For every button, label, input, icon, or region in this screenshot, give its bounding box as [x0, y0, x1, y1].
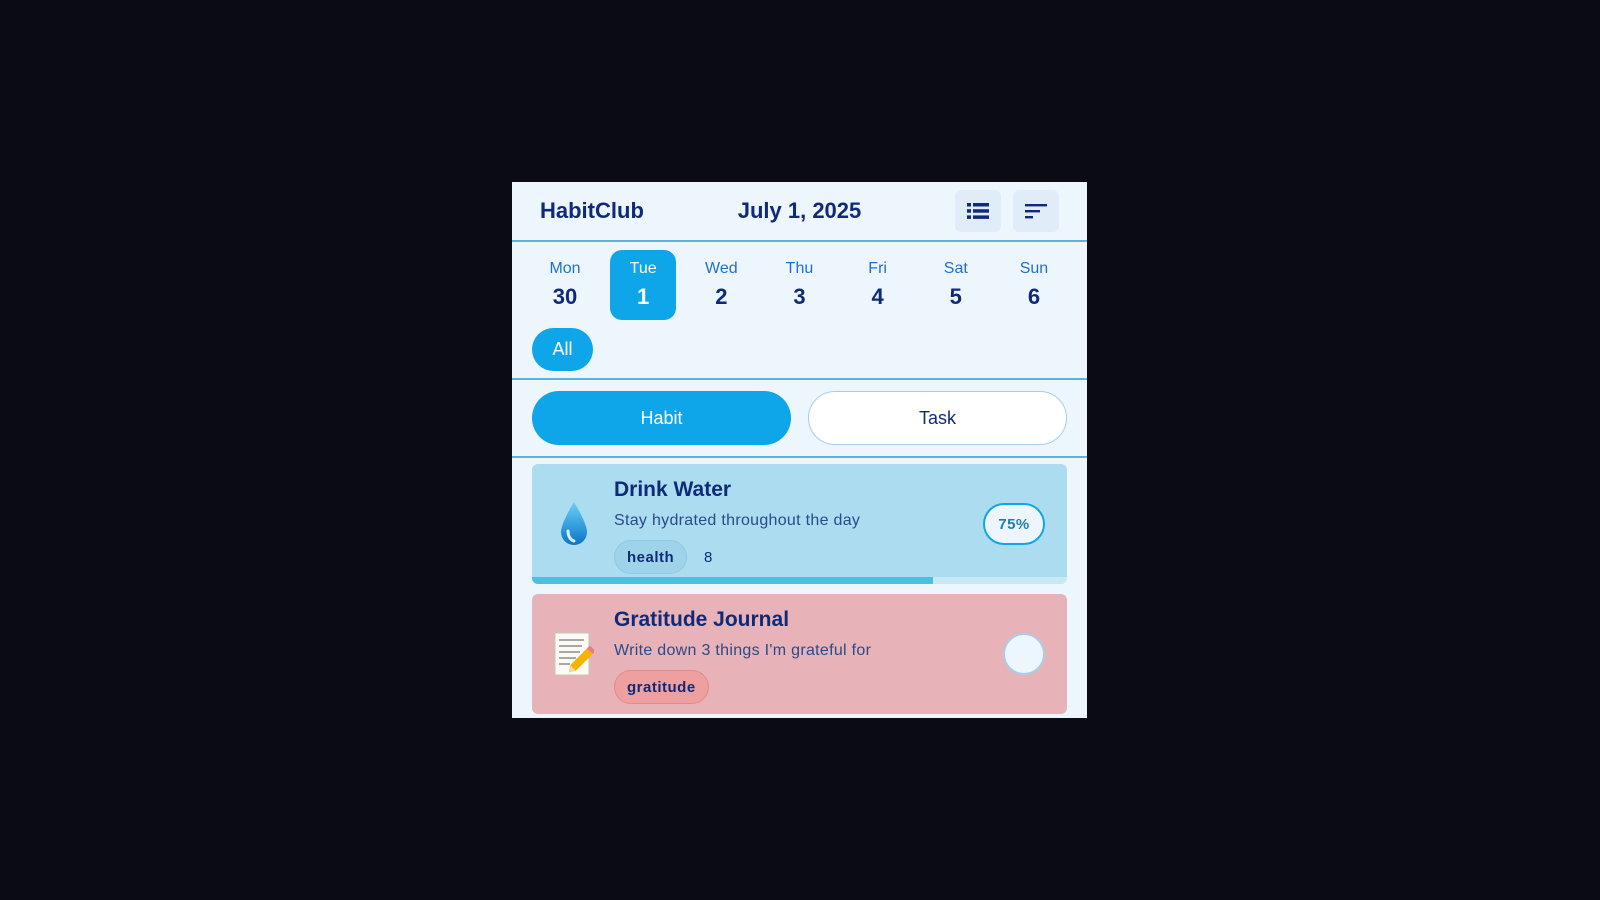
day-fri[interactable]: Fri 4 — [845, 250, 911, 320]
habit-tag: health — [614, 540, 688, 574]
notepad-pencil-icon — [554, 630, 594, 678]
day-mon[interactable]: Mon 30 — [532, 250, 598, 320]
day-number: 3 — [793, 284, 806, 309]
water-drop-icon — [554, 500, 594, 548]
day-sun[interactable]: Sun 6 — [1001, 250, 1067, 320]
day-name: Mon — [549, 260, 581, 277]
filter-all-button[interactable]: All — [532, 328, 593, 371]
day-sat[interactable]: Sat 5 — [923, 250, 989, 320]
list-icon — [967, 203, 989, 219]
day-number: 1 — [637, 284, 650, 309]
complete-checkbox[interactable] — [1003, 633, 1045, 675]
type-toggle: Habit Task — [512, 380, 1087, 458]
habit-tab[interactable]: Habit — [532, 391, 791, 445]
day-wed[interactable]: Wed 2 — [688, 250, 754, 320]
list-view-button[interactable] — [955, 190, 1001, 232]
day-number: 5 — [949, 284, 962, 309]
day-name: Wed — [705, 260, 738, 277]
day-number: 4 — [871, 284, 884, 309]
sort-button[interactable] — [1013, 190, 1059, 232]
habit-list: Drink Water Stay hydrated throughout the … — [512, 458, 1087, 714]
week-selector: Mon 30 Tue 1 Wed 2 Thu 3 Fri 4 Sat 5 Sun 6 All — [512, 242, 1087, 380]
day-name: Sat — [943, 260, 968, 277]
progress-bar-fill — [532, 577, 934, 584]
day-number: 30 — [552, 284, 578, 309]
progress-badge[interactable]: 75% — [983, 503, 1045, 545]
day-name: Thu — [785, 260, 814, 277]
habit-count: 8 — [704, 549, 713, 566]
habit-title: Drink Water — [614, 478, 732, 501]
day-tue[interactable]: Tue 1 — [610, 250, 677, 320]
sort-icon — [1025, 204, 1047, 219]
day-number: 6 — [1027, 284, 1041, 309]
habit-card[interactable]: Drink Water Stay hydrated throughout the … — [532, 464, 1067, 584]
day-name: Sun — [1019, 260, 1049, 277]
app-brand: HabitClub — [540, 198, 644, 223]
habit-card[interactable]: Gratitude Journal Write down 3 things I'm… — [532, 594, 1067, 714]
habit-tag: gratitude — [614, 670, 709, 704]
day-name: Fri — [868, 260, 887, 277]
day-number: 2 — [715, 284, 728, 309]
app-window: HabitClub July 1, 2025 Mon 30 Tue 1 Wed … — [512, 182, 1087, 718]
day-name: Tue — [629, 260, 657, 277]
task-tab[interactable]: Task — [808, 391, 1067, 445]
day-thu[interactable]: Thu 3 — [766, 250, 832, 320]
habit-title: Gratitude Journal — [614, 608, 790, 631]
habit-description: Write down 3 things I'm grateful for — [614, 642, 872, 659]
habit-description: Stay hydrated throughout the day — [614, 512, 861, 529]
progress-bar — [532, 577, 1067, 584]
header: HabitClub July 1, 2025 — [512, 182, 1087, 242]
